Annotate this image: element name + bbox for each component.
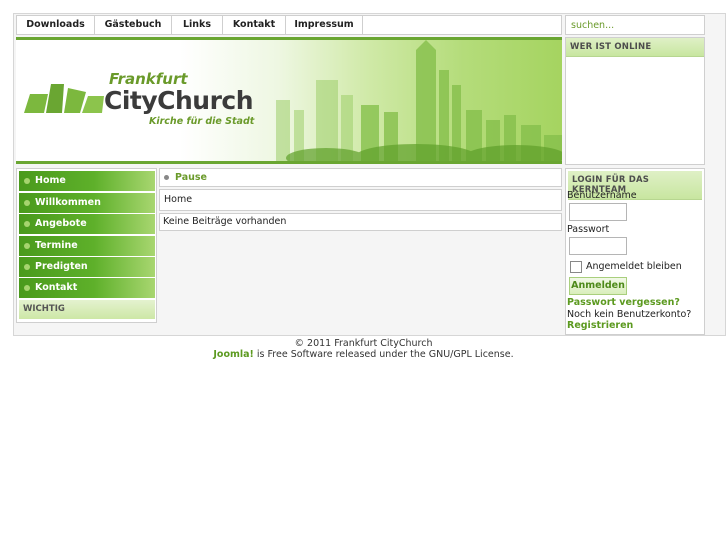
password-field[interactable] — [569, 237, 627, 255]
no-account-text: Noch kein Benutzerkonto? — [567, 309, 692, 320]
breadcrumb: Home — [159, 189, 562, 211]
menu-section-wichtig: WICHTIG — [19, 300, 155, 319]
menu-item-label: Kontakt — [35, 282, 78, 293]
username-field[interactable] — [569, 203, 627, 221]
bullet-icon — [24, 285, 30, 291]
nav-links[interactable]: Links — [172, 16, 223, 34]
nav-impressum[interactable]: Impressum — [286, 16, 363, 34]
breadcrumb-home[interactable]: Home — [164, 194, 192, 205]
login-panel: LOGIN FÜR DAS KERNTEAM Benutzername Pass… — [565, 168, 705, 335]
logo-bars-icon — [24, 84, 104, 113]
menu-item-label: Angebote — [35, 218, 87, 229]
bullet-icon — [24, 200, 30, 206]
top-navigation: Downloads Gästebuch Links Kontakt Impres… — [16, 15, 562, 35]
license-text: is Free Software released under the GNU/… — [253, 349, 514, 360]
main-menu: Home Willkommen Angebote Termine Predigt… — [16, 168, 157, 323]
category-title: Pause — [175, 172, 207, 183]
menu-item-label: Home — [35, 175, 66, 186]
joomla-link[interactable]: Joomla! — [213, 349, 254, 360]
who-is-online-title: WER IST ONLINE — [566, 38, 704, 57]
nav-downloads[interactable]: Downloads — [17, 16, 95, 34]
logo-citychurch: CityChurch — [104, 86, 254, 115]
search-input[interactable]: suchen... — [565, 15, 705, 35]
remember-label: Angemeldet bleiben — [586, 261, 682, 272]
bullet-icon — [24, 243, 30, 249]
bullet-icon — [24, 221, 30, 227]
menu-item-predigten[interactable]: Predigten — [19, 257, 155, 277]
nav-kontakt[interactable]: Kontakt — [223, 16, 286, 34]
menu-item-angebote[interactable]: Angebote — [19, 214, 155, 234]
header-banner: Frankfurt CityChurch Kirche für die Stad… — [16, 37, 562, 164]
forgot-password-link[interactable]: Passwort vergessen? — [567, 297, 680, 308]
menu-item-label: Termine — [35, 240, 78, 251]
menu-item-label: Willkommen — [35, 197, 101, 208]
skyline-image — [276, 40, 562, 161]
bullet-icon — [164, 175, 169, 180]
bullet-icon — [24, 178, 30, 184]
menu-item-kontakt[interactable]: Kontakt — [19, 278, 155, 298]
menu-item-label: Predigten — [35, 261, 88, 272]
menu-item-home[interactable]: Home — [19, 171, 155, 191]
nav-gaestebuch[interactable]: Gästebuch — [95, 16, 172, 34]
menu-item-termine[interactable]: Termine — [19, 236, 155, 256]
username-label: Benutzername — [567, 190, 637, 201]
footer-copyright: © 2011 Frankfurt CityChurch — [294, 338, 433, 349]
category-header[interactable]: Pause — [159, 168, 562, 187]
menu-item-willkommen[interactable]: Willkommen — [19, 193, 155, 213]
register-link[interactable]: Registrieren — [567, 320, 633, 331]
empty-message: Keine Beiträge vorhanden — [159, 213, 562, 231]
password-label: Passwort — [567, 224, 610, 235]
who-is-online-panel: WER IST ONLINE — [565, 37, 705, 165]
footer-license: Joomla! is Free Software released under … — [0, 349, 727, 360]
remember-checkbox[interactable] — [570, 261, 582, 273]
logo-tagline: Kirche für die Stadt — [149, 116, 255, 127]
bullet-icon — [24, 264, 30, 270]
login-button[interactable]: Anmelden — [569, 277, 627, 295]
